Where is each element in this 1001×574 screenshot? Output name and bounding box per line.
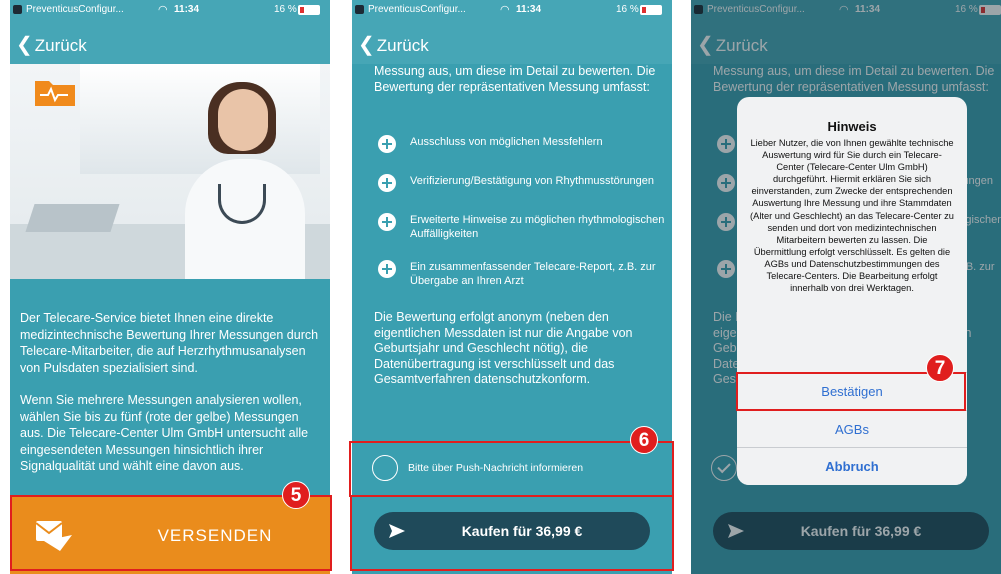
privacy-text: Die Bewertung erfolgt anonym (neben den … (374, 310, 633, 386)
battery-percent: 16 % (616, 4, 639, 15)
feature-label: Verifizierung/Bestätigung von Rhythmusst… (410, 175, 654, 187)
intro-text: Messung aus, um diese im Detail zu bewer… (374, 64, 656, 94)
app-badge-icon (13, 5, 22, 14)
battery-icon (298, 5, 320, 15)
dialog-message: Lieber Nutzer, die von Ihnen gewählte te… (750, 138, 954, 294)
plus-circle-icon (378, 135, 396, 153)
consent-dialog: Hinweis Lieber Nutzer, die von Ihnen gew… (737, 97, 967, 485)
step-7-badge: 7 (926, 354, 954, 382)
purchase-content: Messung aus, um diese im Detail zu bewer… (374, 64, 666, 388)
back-button[interactable]: ❮ Zurück (358, 32, 429, 57)
step-5-highlight (10, 495, 674, 571)
feature-item: Erweiterte Hinweise zu möglichen rhythmo… (374, 213, 666, 241)
feature-label: Ein zusammenfassender Telecare-Report, z… (410, 261, 656, 287)
step-6-badge: 6 (630, 426, 658, 454)
status-bar: PreventicusConfigur... ◠ 11:34 16 % (352, 0, 672, 20)
wifi-icon: ◠ (158, 4, 168, 16)
screen-telecare-dialog: PreventicusConfigur... ◠ 11:34 16 % ❮ Zur… (691, 0, 1001, 574)
carrier-label: PreventicusConfigur... (26, 4, 124, 15)
feature-label: Ausschluss von möglichen Messfehlern (410, 136, 603, 148)
battery-percent: 16 % (274, 4, 297, 15)
screen-telecare-info: PreventicusConfigur... ◠ 11:34 16 % ❮ Zur… (10, 0, 330, 574)
step-6-highlight (349, 441, 674, 497)
dialog-title: Hinweis (827, 119, 877, 134)
nav-bar: ❮ Zurück (352, 20, 672, 64)
status-time: 11:34 (516, 4, 542, 15)
app-badge-icon (355, 5, 364, 14)
feature-item: Verifizierung/Bestätigung von Rhythmusst… (374, 174, 666, 194)
wifi-icon: ◠ (500, 4, 510, 16)
selection-paragraph: Wenn Sie mehrere Messungen analysieren w… (20, 393, 309, 473)
status-time: 11:34 (174, 4, 200, 15)
back-label: Zurück (376, 36, 429, 55)
carrier-label: PreventicusConfigur... (368, 4, 466, 15)
feature-label: Erweiterte Hinweise zu möglichen rhythmo… (410, 214, 665, 240)
feature-item: Ausschluss von möglichen Messfehlern (374, 135, 666, 155)
status-bar: PreventicusConfigur... ◠ 11:34 16 % (10, 0, 330, 20)
back-label: Zurück (34, 36, 87, 55)
step-5-badge: 5 (282, 481, 310, 509)
telecare-description: Der Telecare-Service bietet Ihnen eine d… (20, 310, 325, 491)
feature-item: Ein zusammenfassender Telecare-Report, z… (374, 260, 666, 288)
cancel-button[interactable]: Abbruch (737, 447, 967, 485)
agb-button[interactable]: AGBs (737, 410, 967, 448)
plus-circle-icon (378, 260, 396, 278)
back-button[interactable]: ❮ Zurück (16, 32, 87, 57)
nav-bar: ❮ Zurück (10, 20, 330, 64)
folder-heart-icon (35, 81, 75, 106)
intro-paragraph: Der Telecare-Service bietet Ihnen eine d… (20, 311, 319, 375)
plus-circle-icon (378, 174, 396, 192)
plus-circle-icon (378, 213, 396, 231)
chevron-left-icon: ❮ (16, 34, 33, 56)
battery-icon (640, 5, 662, 15)
chevron-left-icon: ❮ (358, 34, 375, 56)
